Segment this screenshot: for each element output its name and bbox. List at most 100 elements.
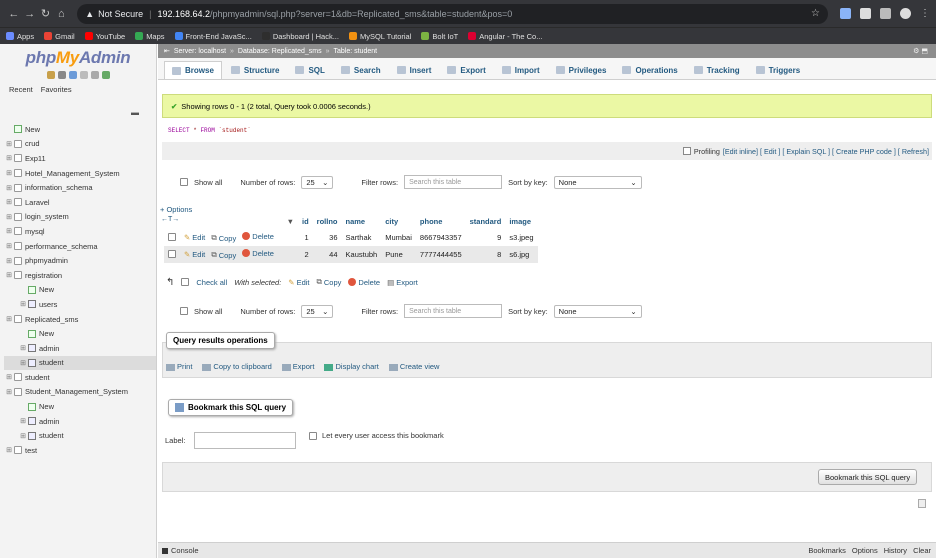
reload-icon[interactable]: ↻ — [38, 7, 54, 20]
display-chart-link[interactable]: Display chart — [324, 362, 379, 371]
table-cell[interactable]: s6.jpg — [505, 246, 538, 263]
table-cell[interactable]: 1 — [298, 229, 313, 246]
expand-icon[interactable]: ⊞ — [4, 169, 14, 177]
expand-icon[interactable]: ⊞ — [18, 359, 28, 367]
profiling-checkbox[interactable] — [682, 147, 691, 155]
exit-icon[interactable] — [57, 71, 66, 79]
query-links[interactable]: [Edit inline] [ Edit ] [ Explain SQL ] [… — [723, 147, 929, 156]
bookmark-item[interactable]: Gmail — [44, 32, 75, 41]
console-link[interactable]: History — [884, 546, 907, 555]
collapse-all-icon[interactable]: ▬ — [131, 108, 139, 117]
table-cell[interactable]: Kaustubh — [341, 246, 382, 263]
bookmark-button[interactable]: Bookmark this SQL query — [818, 469, 918, 485]
sort-icon[interactable]: ▼ — [180, 214, 298, 229]
tree-item[interactable]: ⊞ mysql — [4, 224, 156, 239]
tree-item[interactable]: New — [4, 283, 156, 298]
expand-icon[interactable]: ⊞ — [4, 227, 14, 235]
console-link[interactable]: Bookmarks — [808, 546, 846, 555]
breadcrumb-server[interactable]: Server: localhost — [174, 48, 226, 55]
with-selected-delete[interactable]: Delete — [348, 278, 380, 287]
forward-icon[interactable]: → — [22, 8, 38, 20]
sort-select[interactable]: None ⌄ — [553, 175, 642, 189]
create-view-link[interactable]: Create view — [388, 362, 439, 371]
bookmark-item[interactable]: Maps — [135, 32, 165, 41]
bookmark-item[interactable]: Apps — [6, 32, 34, 41]
help-icon[interactable] — [68, 71, 77, 79]
tree-item[interactable]: New — [4, 326, 156, 341]
address-bar[interactable]: ▲ Not Secure | 192.168.64.2 /phpmyadmin/… — [77, 3, 828, 24]
tree-item[interactable]: ⊞ Laravel — [4, 195, 156, 210]
recent-tab[interactable]: Recent — [9, 85, 33, 94]
tab-operations[interactable]: Operations — [615, 61, 684, 79]
puzzle-icon[interactable] — [859, 8, 871, 19]
expand-icon[interactable]: ⊞ — [4, 315, 14, 323]
with-selected-edit[interactable]: ✎ Edit — [288, 278, 309, 287]
bookmark-item[interactable]: Angular - The Co... — [468, 32, 542, 41]
tree-item[interactable]: ⊞ test — [4, 443, 156, 458]
gear-icon[interactable]: ⚙ ⬒ — [913, 47, 928, 55]
bookmark-item[interactable]: Dashboard | Hack... — [261, 32, 339, 41]
expand-icon[interactable]: ⊞ — [4, 388, 14, 396]
settings-icon[interactable] — [90, 71, 99, 79]
favorites-tab[interactable]: Favorites — [41, 85, 72, 94]
tree-item[interactable]: ⊞ registration — [4, 268, 156, 283]
tree-item[interactable]: ⊞ crud — [4, 137, 156, 152]
expand-icon[interactable]: ⊞ — [18, 432, 28, 440]
tree-item[interactable]: New — [4, 122, 156, 137]
playlist-icon[interactable] — [879, 8, 891, 19]
star-icon[interactable]: ☆ — [811, 8, 820, 19]
column-header[interactable]: name — [342, 214, 382, 229]
every-user-checkbox[interactable] — [309, 431, 317, 440]
tab-import[interactable]: Import — [495, 61, 547, 79]
row-edit-link[interactable]: ✎ Edit — [184, 250, 205, 259]
home-icon[interactable] — [46, 71, 55, 79]
table-cell[interactable]: 8667943357 — [415, 229, 466, 246]
tree-item[interactable]: ⊞ student — [4, 428, 156, 443]
expand-icon[interactable]: ⊞ — [4, 373, 14, 381]
bookmark-item[interactable]: Bolt IoT — [421, 32, 458, 41]
with-selected-export[interactable]: ▤ Export — [387, 278, 418, 287]
column-header[interactable]: image — [505, 214, 537, 229]
tree-item[interactable]: ⊞ Student_Management_System — [4, 385, 156, 400]
column-header[interactable]: rollno — [313, 214, 342, 229]
copy-clipboard-link[interactable]: Copy to clipboard — [202, 362, 272, 371]
tree-item[interactable]: ⊞ student — [4, 355, 156, 371]
column-header[interactable]: id — [298, 214, 313, 229]
breadcrumb-database[interactable]: Database: Replicated_sms — [238, 48, 322, 55]
table-cell[interactable]: Sarthak — [341, 229, 382, 246]
sql-query-box[interactable]: SELECT * FROM `student` — [162, 120, 932, 141]
sort-select[interactable]: None ⌄ — [553, 304, 642, 318]
console-label[interactable]: Console — [171, 546, 199, 555]
options-link[interactable]: + Options — [160, 205, 192, 214]
extension-icon[interactable] — [839, 8, 851, 19]
expand-icon[interactable]: ⊞ — [4, 257, 14, 265]
column-header[interactable]: phone — [416, 214, 466, 229]
expand-icon[interactable]: ⊞ — [18, 344, 28, 352]
tree-item[interactable]: ⊞ login_system — [4, 210, 156, 225]
tree-item[interactable]: ⊞ users — [4, 297, 156, 312]
bookmark-label-input[interactable] — [194, 432, 296, 449]
tree-item[interactable]: ⊞ performance_schema — [4, 239, 156, 254]
column-header[interactable]: city — [381, 214, 416, 229]
docs-icon[interactable] — [79, 71, 88, 79]
row-copy-link[interactable]: ⧉ Copy — [211, 250, 236, 260]
phpmyadmin-logo[interactable]: phpMyAdmin — [0, 48, 156, 68]
bookmark-item[interactable]: MySQL Tutorial — [348, 32, 411, 41]
tree-item[interactable]: ⊞ admin — [4, 341, 156, 356]
filter-input[interactable]: Search this table — [404, 304, 503, 318]
row-copy-link[interactable]: ⧉ Copy — [211, 233, 236, 243]
tab-structure[interactable]: Structure — [224, 61, 287, 79]
bookmark-item[interactable]: Front-End JavaSc... — [174, 32, 252, 41]
table-cell[interactable]: Mumbai — [381, 229, 416, 246]
expand-icon[interactable]: ⊞ — [4, 154, 14, 162]
home-icon[interactable]: ⌂ — [53, 8, 69, 20]
show-all-checkbox[interactable] — [180, 307, 188, 315]
row-checkbox[interactable] — [168, 249, 176, 258]
check-all-checkbox[interactable] — [181, 278, 190, 286]
expand-icon[interactable]: ⊞ — [4, 184, 14, 192]
expand-icon[interactable]: ⊞ — [4, 242, 14, 250]
avatar[interactable] — [899, 8, 911, 19]
tab-triggers[interactable]: Triggers — [749, 61, 808, 79]
expand-icon[interactable]: ⊞ — [18, 417, 28, 425]
collapse-arrow-icon[interactable]: ⇤ — [164, 47, 170, 55]
